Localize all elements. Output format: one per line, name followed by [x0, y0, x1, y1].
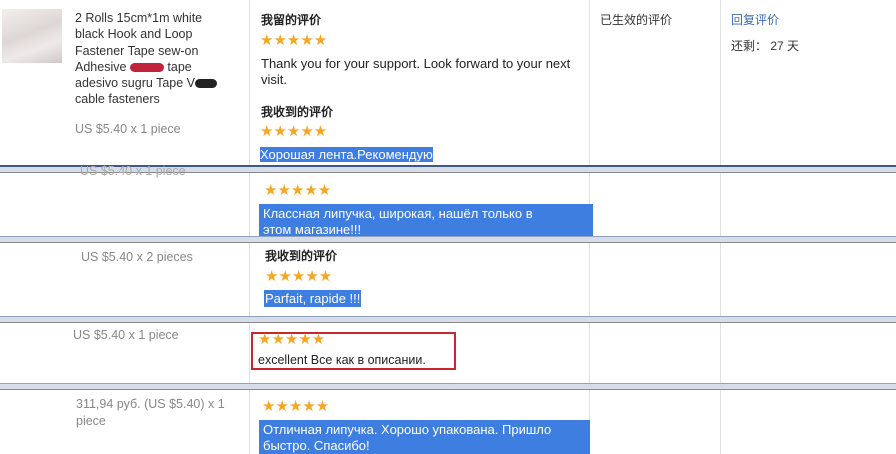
- review-text-line1: Классная липучка, широкая, нашёл только …: [263, 206, 533, 221]
- product-price: 311,94 руб. (US $5.40) x 1 piece: [76, 397, 225, 428]
- reply-review-link[interactable]: 回复评价: [731, 11, 779, 28]
- product-price: US $5.40 x 1 piece: [75, 122, 181, 136]
- redaction-mark: [195, 79, 218, 89]
- received-review-stars: ★★★★★: [260, 123, 328, 140]
- remaining-days: 还剩： 27 天: [731, 39, 800, 53]
- review-text-line1: Отличная липучка. Хорошо упакована. Приш…: [263, 422, 552, 437]
- review-text: Parfait, rapide !!!: [264, 290, 362, 307]
- screenshot-separator: [0, 383, 896, 390]
- product-price: US $5.40 x 2 pieces: [81, 250, 193, 264]
- my-review-label: 我留的评价: [261, 13, 322, 27]
- product-image[interactable]: [2, 9, 62, 63]
- product-price: US $5.40 x 1 piece: [73, 328, 179, 342]
- review-text: excellent Все как в описании.: [258, 353, 426, 367]
- review-text-line2: быстро. Спасибо!: [263, 438, 370, 453]
- redaction-mark: [129, 63, 164, 73]
- received-review-label: 我收到的评价: [265, 249, 338, 263]
- review-stars: ★★★★★: [264, 182, 332, 199]
- review-status: 已生效的评价: [600, 13, 673, 27]
- received-review-label: 我收到的评价: [261, 105, 334, 119]
- received-review-text: Хорошая лента.Рекомендую: [260, 147, 433, 162]
- screenshot-separator: [0, 236, 896, 243]
- product-price: US $5.40 x 1 piece: [80, 164, 186, 178]
- review-stars: ★★★★★: [258, 331, 326, 348]
- review-stars: ★★★★★: [265, 268, 333, 285]
- my-review-text: Thank you for your support. Look forward…: [261, 56, 571, 87]
- review-stars: ★★★★★: [262, 398, 330, 415]
- product-title[interactable]: 2 Rolls 15cm*1m white black Hook and Loo…: [75, 10, 245, 108]
- screenshot-separator: [0, 316, 896, 323]
- my-review-stars: ★★★★★: [260, 32, 328, 49]
